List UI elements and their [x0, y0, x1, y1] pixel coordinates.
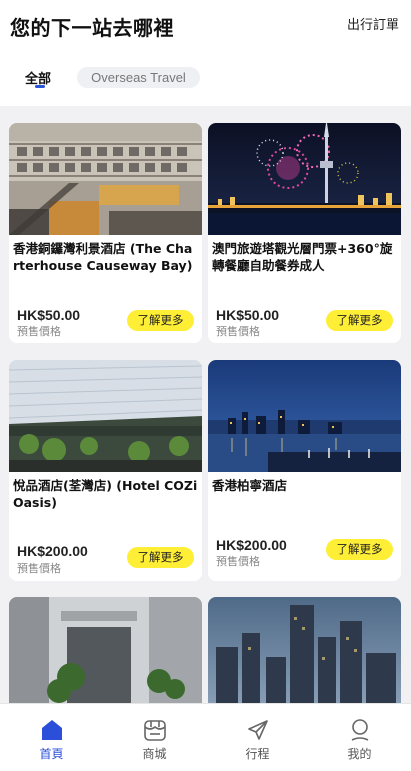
send-icon	[246, 718, 270, 742]
harbour-night-photo	[208, 360, 401, 472]
nav-shop[interactable]: 商城	[103, 704, 206, 771]
hotel-tower-photo	[9, 360, 202, 472]
top-bar: 您的下一站去哪裡 出行訂單 全部 Overseas Travel	[0, 0, 411, 106]
product-card[interactable]: 香港銅鑼灣利景酒店 (The Charterhouse Causeway Bay…	[9, 123, 202, 343]
learn-more-button[interactable]: 了解更多	[326, 539, 393, 560]
product-title: 悅品酒店(荃灣店) (Hotel COZi Oasis)	[13, 478, 198, 510]
user-icon	[348, 718, 372, 742]
product-card[interactable]: 澳門旅遊塔觀光層門票+360°旋轉餐廳自助餐券成人 HK$50.00 預售價格 …	[208, 123, 401, 343]
learn-more-button[interactable]: 了解更多	[127, 310, 194, 331]
nav-home[interactable]: 首頁	[0, 704, 103, 771]
product-title: 澳門旅遊塔觀光層門票+360°旋轉餐廳自助餐券成人	[212, 241, 393, 273]
active-tab-indicator	[35, 85, 45, 88]
nav-label: 首頁	[39, 747, 64, 761]
product-price: HK$50.00	[17, 307, 81, 323]
nav-profile[interactable]: 我的	[308, 704, 411, 771]
presale-label: 預售價格	[17, 562, 61, 575]
product-title: 香港銅鑼灣利景酒店 (The Charterhouse Causeway Bay…	[13, 241, 193, 273]
presale-label: 預售價格	[216, 325, 260, 338]
nav-label: 我的	[347, 747, 372, 761]
product-price: HK$50.00	[216, 307, 280, 323]
hotel-building-photo	[9, 123, 202, 235]
presale-label: 預售價格	[17, 325, 61, 338]
nav-trips[interactable]: 行程	[206, 704, 309, 771]
product-price: HK$200.00	[17, 543, 88, 559]
product-card[interactable]: 悅品酒店(荃灣店) (Hotel COZi Oasis) HK$200.00 預…	[9, 360, 202, 581]
presale-label: 預售價格	[216, 555, 260, 568]
shop-icon	[143, 718, 167, 742]
nav-label: 商城	[142, 747, 167, 761]
tab-overseas-travel[interactable]: Overseas Travel	[77, 67, 200, 88]
bottom-nav: 首頁 商城 行程 我的	[0, 703, 411, 771]
learn-more-button[interactable]: 了解更多	[326, 310, 393, 331]
trip-orders-link[interactable]: 出行訂單	[347, 14, 399, 33]
macau-tower-fireworks-photo	[208, 123, 401, 235]
product-title: 香港柏寧酒店	[212, 478, 288, 493]
product-price: HK$200.00	[216, 537, 287, 553]
learn-more-button[interactable]: 了解更多	[127, 547, 194, 568]
nav-label: 行程	[245, 747, 270, 761]
product-card[interactable]: 香港柏寧酒店 HK$200.00 預售價格 了解更多	[208, 360, 401, 581]
page-title: 您的下一站去哪裡	[10, 16, 174, 40]
home-icon	[40, 718, 64, 742]
